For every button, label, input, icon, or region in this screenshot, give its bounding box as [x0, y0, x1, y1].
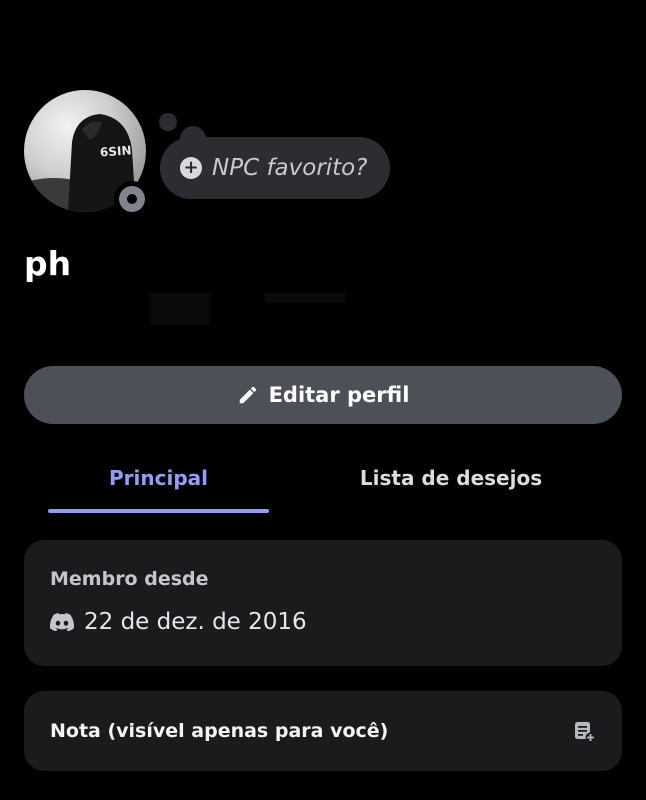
svg-text:6SIN: 6SIN [100, 143, 132, 159]
member-since-row: 22 de dez. de 2016 [50, 609, 307, 635]
tab-wishlist[interactable]: Lista de desejos [340, 458, 562, 514]
note-add-icon[interactable] [572, 719, 596, 743]
active-tab-indicator [48, 509, 269, 513]
status-prompt: NPC favorito? [212, 155, 368, 181]
member-since-card: Membro desde 22 de dez. de 2016 [24, 540, 622, 666]
tab-principal[interactable]: Principal [48, 458, 269, 514]
note-label: Nota (visível apenas para você) [50, 720, 389, 742]
member-since-heading: Membro desde [50, 568, 209, 590]
add-circle-icon: + [180, 157, 202, 179]
redacted-area [265, 293, 345, 303]
username: ph [24, 244, 72, 283]
status-indicator [114, 181, 150, 217]
pencil-icon [239, 386, 256, 404]
redacted-area [150, 293, 210, 325]
offline-status-icon [119, 186, 145, 212]
bubble-dot-small [159, 113, 177, 131]
custom-status-bubble[interactable]: + NPC favorito? [160, 137, 390, 199]
discord-icon [50, 613, 74, 631]
note-card[interactable]: Nota (visível apenas para você) [24, 691, 622, 771]
edit-profile-label: Editar perfil [268, 383, 410, 407]
edit-profile-button[interactable]: Editar perfil [24, 366, 622, 424]
member-since-date: 22 de dez. de 2016 [84, 609, 307, 635]
